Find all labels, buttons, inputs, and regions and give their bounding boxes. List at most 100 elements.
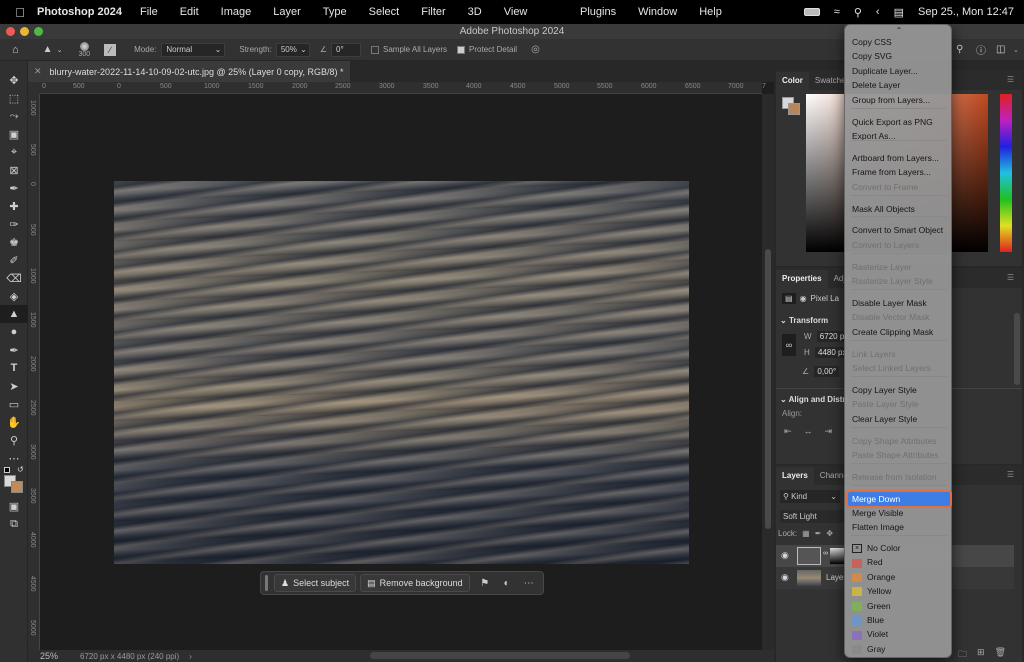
menu-item-color-no-color[interactable]: × No Color [848, 541, 950, 555]
menu-app-name[interactable]: Photoshop 2024 [37, 6, 122, 18]
menu-item-flatten-image[interactable]: Flatten Image [848, 520, 950, 534]
sample-all-layers-checkbox[interactable]: Sample All Layers [371, 45, 447, 54]
menu-item-color-orange[interactable]: Orange [848, 570, 950, 584]
lasso-tool-icon[interactable]: ⤳ [0, 107, 28, 125]
eyedropper-tool-icon[interactable]: ✒ [0, 179, 28, 197]
sample-all-layers-box[interactable] [371, 45, 379, 54]
menu-item-color-gray[interactable]: Gray [848, 642, 950, 656]
tab-properties[interactable]: Properties [776, 270, 828, 288]
menu-view[interactable]: View [504, 6, 528, 18]
menu-layer[interactable]: Layer [273, 6, 301, 18]
menu-edit[interactable]: Edit [180, 6, 199, 18]
healing-brush-tool-icon[interactable]: ✚ [0, 197, 28, 215]
vertical-ruler[interactable]: 1000 500 0 500 1000 1500 2000 2500 3000 3500 4000 4… [28, 94, 40, 650]
pen-tool-icon[interactable]: ✒ [0, 341, 28, 359]
visibility-eye-icon[interactable]: ◉ [781, 572, 789, 583]
sharpen-tool-icon[interactable]: ▲ [0, 305, 28, 323]
dodge-tool-icon[interactable]: ● [0, 323, 28, 341]
control-center-icon[interactable]: ▤ [894, 6, 904, 19]
chevron-down-icon[interactable]: ⌄ [780, 316, 787, 325]
adjustment-icon[interactable]: ◐ [496, 578, 518, 589]
panel-menu-icon[interactable]: ☰ [1007, 470, 1014, 479]
menu-file[interactable]: File [140, 6, 158, 18]
canvas-image[interactable] [114, 181, 689, 564]
history-brush-tool-icon[interactable]: ✐ [0, 251, 28, 269]
menu-item-frame-from-layers[interactable]: Frame from Layers... [848, 165, 950, 179]
quick-mask-icon[interactable]: ▣ [0, 497, 28, 515]
background-color[interactable] [11, 481, 23, 493]
mask-icon[interactable]: ◉ [800, 294, 807, 303]
zoom-window-button[interactable] [34, 27, 43, 36]
layer-name[interactable]: Layer [826, 573, 846, 582]
link-icon[interactable]: ∞ [782, 334, 796, 356]
scroll-up-icon[interactable]: ⌃ [845, 26, 953, 35]
marquee-tool-icon[interactable]: ⬚ [0, 89, 28, 107]
panel-bg-color[interactable] [788, 103, 800, 115]
menu-filter[interactable]: Filter [421, 6, 445, 18]
apple-icon[interactable]:  [13, 5, 27, 20]
swap-colors-icon[interactable]: ↺ [17, 465, 24, 474]
menu-item-convert-to-smart-object[interactable]: Convert to Smart Object [848, 223, 950, 237]
menu-window[interactable]: Window [638, 6, 677, 18]
brush-settings-icon[interactable]: ∕ [104, 43, 117, 56]
menu-item-color-yellow[interactable]: Yellow [848, 584, 950, 598]
clone-stamp-tool-icon[interactable]: ♚ [0, 233, 28, 251]
layer-filter-select[interactable]: ⚲ Kind ⌄ [780, 490, 840, 503]
search-icon[interactable]: ⚲ [956, 44, 963, 55]
brush-tool-icon[interactable]: ✑ [0, 215, 28, 233]
wifi-icon[interactable]: ≈ [834, 6, 840, 18]
paint-bucket-tool-icon[interactable]: ◈ [0, 287, 28, 305]
horizontal-ruler[interactable]: 0 500 0 500 1000 1500 2000 2500 3000 3500 4000 4500… [40, 82, 766, 94]
properties-scrollbar[interactable] [1014, 313, 1020, 385]
menu-item-color-red[interactable]: Red [848, 555, 950, 569]
menu-item-delete-layer[interactable]: Delete Layer [848, 78, 950, 92]
hand-tool-icon[interactable]: ✋ [0, 413, 28, 431]
delete-layer-icon[interactable]: 🗑 [995, 647, 1006, 662]
menu-help[interactable]: Help [699, 6, 722, 18]
horizontal-scrollbar[interactable] [370, 652, 630, 659]
blend-mode-select[interactable]: Soft Light [780, 510, 844, 523]
document-tab[interactable]: ✕ blurry-water-2022-11-14-10-09-02-utc.j… [28, 61, 350, 82]
menu-item-copy-layer-style[interactable]: Copy Layer Style [848, 383, 950, 397]
menu-item-group-from-layers[interactable]: Group from Layers... [848, 93, 950, 107]
menu-item-color-violet[interactable]: Violet [848, 627, 950, 641]
new-group-icon[interactable]: 🗀 [958, 647, 967, 662]
type-tool-icon[interactable]: T [0, 359, 28, 377]
home-icon[interactable]: ⌂ [12, 44, 19, 56]
mask-link-icon[interactable]: ∞ [823, 550, 828, 557]
lock-transparent-icon[interactable]: ▦ [802, 529, 810, 538]
drag-handle[interactable] [265, 575, 268, 591]
chevron-down-icon[interactable]: ⌄ [1013, 46, 1019, 54]
menu-item-clear-layer-style[interactable]: Clear Layer Style [848, 412, 950, 426]
menu-item-mask-all-objects[interactable]: Mask All Objects [848, 202, 950, 216]
menu-item-copy-svg[interactable]: Copy SVG [848, 49, 950, 63]
angle-input[interactable]: 0° [331, 42, 361, 57]
protect-detail-checkbox[interactable]: Protect Detail [457, 45, 517, 54]
close-tab-icon[interactable]: ✕ [34, 66, 42, 77]
menu-item-color-blue[interactable]: Blue [848, 613, 950, 627]
hue-slider[interactable] [1000, 94, 1012, 252]
visibility-eye-icon[interactable]: ◉ [781, 550, 789, 561]
menu-plugins[interactable]: Plugins [580, 6, 616, 18]
tool-preset-picker[interactable]: ▲ ⌄ [43, 44, 63, 55]
zoom-tool-icon[interactable]: ⚲ [0, 431, 28, 449]
rotation-input[interactable]: 0,00° [814, 366, 840, 377]
chevron-left-icon[interactable]: ‹ [876, 6, 880, 18]
menu-item-artboard-from-layers[interactable]: Artboard from Layers... [848, 151, 950, 165]
menu-item-create-clipping-mask[interactable]: Create Clipping Mask [848, 325, 950, 339]
strength-input[interactable]: 50% ⌄ [275, 42, 310, 57]
menu-item-color-green[interactable]: Green [848, 599, 950, 613]
protect-detail-box[interactable] [457, 45, 466, 54]
menu-image[interactable]: Image [221, 6, 252, 18]
menu-item-duplicate-layer[interactable]: Duplicate Layer... [848, 64, 950, 78]
align-right-icon[interactable]: ⇥ [825, 426, 833, 437]
spotlight-search-icon[interactable]: ⚲ [854, 6, 862, 19]
remove-background-button[interactable]: ▤ Remove background [360, 574, 470, 592]
lock-image-icon[interactable]: ✒ [815, 529, 822, 538]
lock-position-icon[interactable]: ✥ [826, 529, 833, 538]
panel-menu-icon[interactable]: ☰ [1007, 273, 1014, 282]
menu-select[interactable]: Select [369, 6, 400, 18]
help-icon[interactable]: ⓘ [976, 42, 986, 57]
status-chevron-icon[interactable]: › [189, 652, 192, 661]
pixel-layer-icon[interactable]: ▤ [782, 293, 796, 304]
